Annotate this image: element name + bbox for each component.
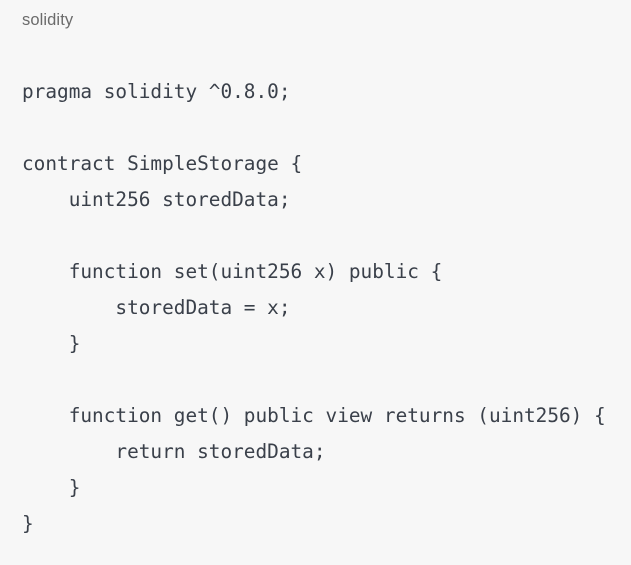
code-line: pragma solidity ^0.8.0; bbox=[22, 80, 291, 103]
code-line: } bbox=[22, 476, 81, 499]
code-block: solidity pragma solidity ^0.8.0; contract… bbox=[0, 0, 631, 565]
code-line: contract SimpleStorage { bbox=[22, 152, 303, 175]
code-line: storedData = x; bbox=[22, 296, 291, 319]
code-line: function set(uint256 x) public { bbox=[22, 260, 443, 283]
code-area: pragma solidity ^0.8.0; contract SimpleSt… bbox=[0, 74, 631, 542]
code-line: } bbox=[22, 332, 81, 355]
code-line: function get() public view returns (uint… bbox=[22, 404, 606, 427]
code-line: } bbox=[22, 512, 34, 535]
code-content[interactable]: pragma solidity ^0.8.0; contract SimpleSt… bbox=[0, 74, 631, 542]
code-line: uint256 storedData; bbox=[22, 188, 291, 211]
language-label: solidity bbox=[22, 11, 74, 29]
code-line: return storedData; bbox=[22, 440, 326, 463]
